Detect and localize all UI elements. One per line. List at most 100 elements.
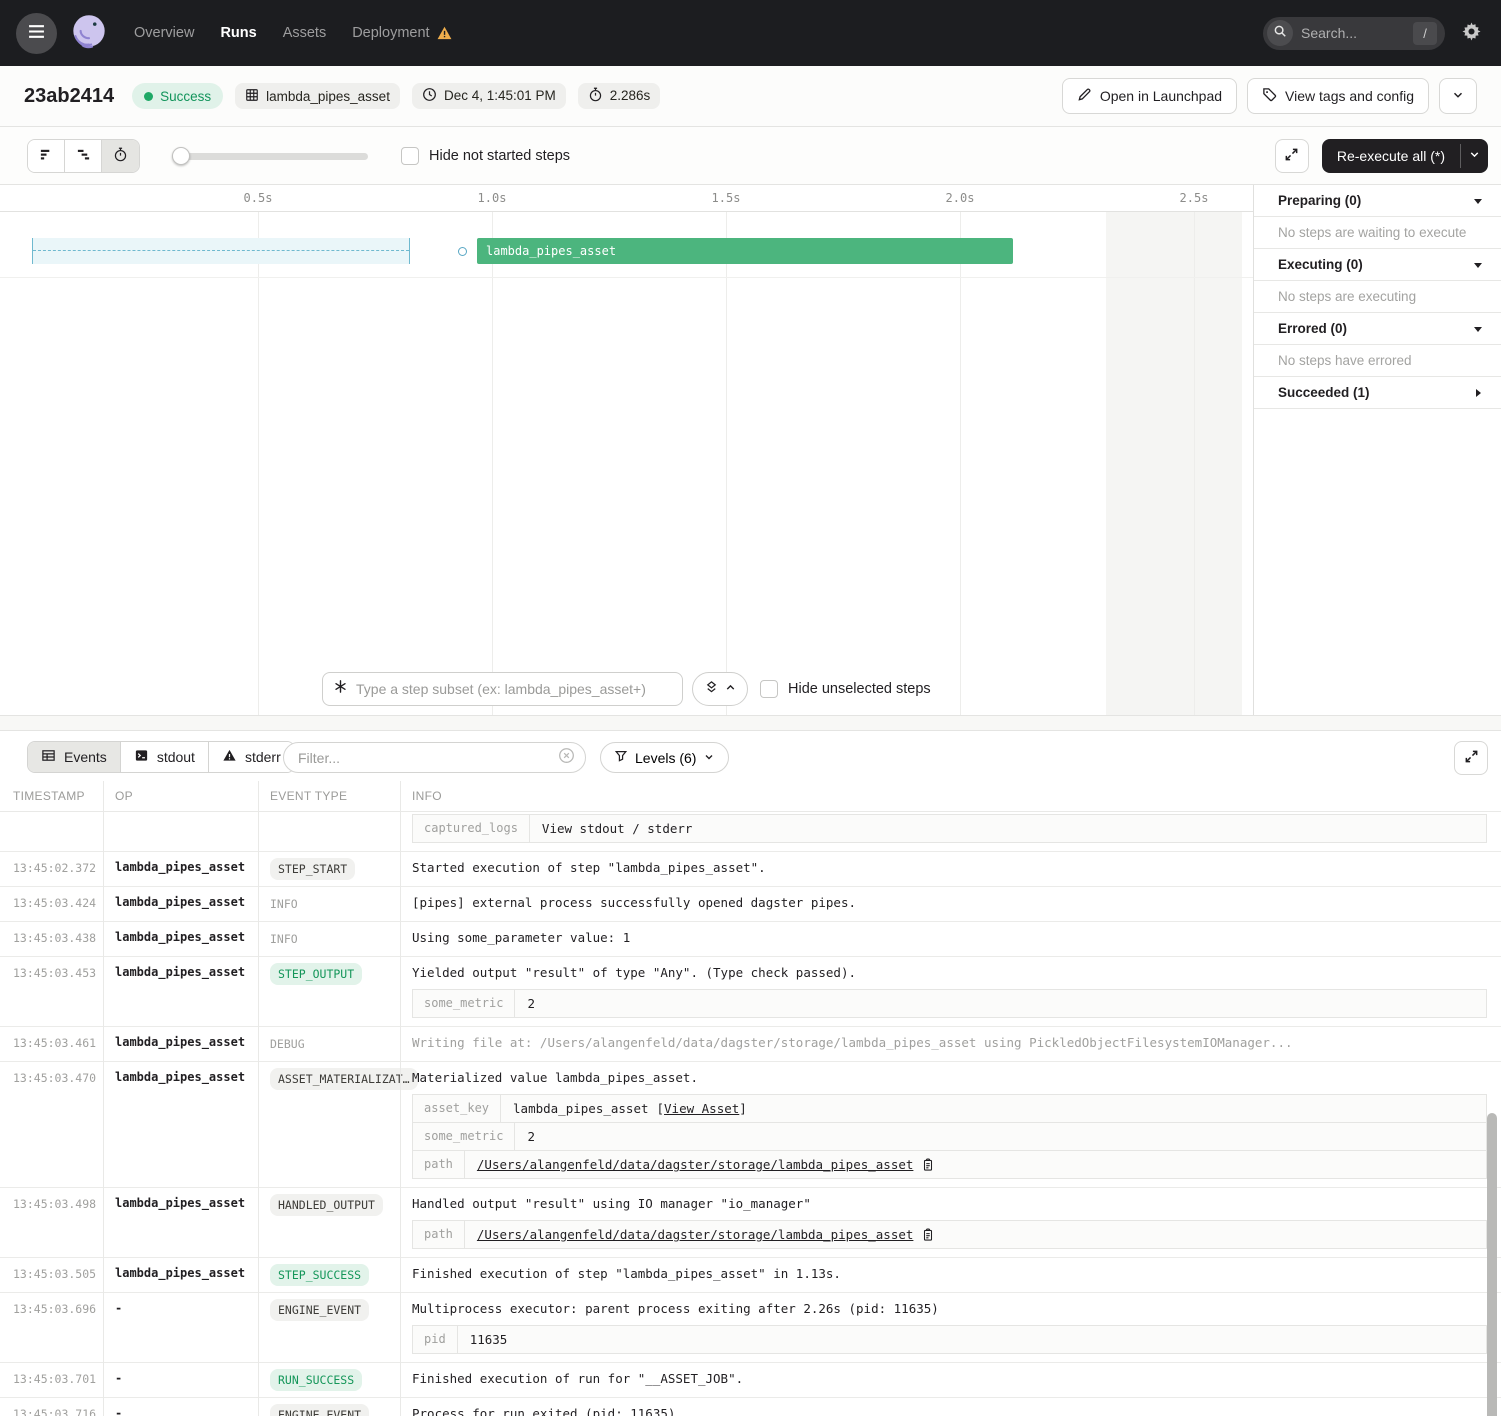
event-timestamp: 13:45:03.701 — [0, 1363, 103, 1397]
view-mode-flat-button[interactable] — [28, 140, 65, 172]
graph-query-button[interactable] — [692, 672, 748, 706]
scrollbar-thumb[interactable] — [1487, 1113, 1497, 1416]
gantt-step-bar-label: lambda_pipes_asset — [477, 238, 1013, 264]
run-id: 23ab2414 — [24, 85, 114, 108]
sidebar-section-preparing-0[interactable]: Preparing (0) — [1254, 185, 1501, 217]
event-op: lambda_pipes_asset — [103, 887, 258, 921]
step-status-sidebar: Preparing (0) No steps are waiting to ex… — [1253, 185, 1501, 715]
metadata-row: asset_key lambda_pipes_asset[View Asset] — [412, 1094, 1487, 1122]
column-header-op: OP — [103, 789, 258, 803]
event-info-text: Finished execution of step "lambda_pipes… — [412, 1266, 1487, 1281]
copy-icon[interactable] — [921, 1228, 935, 1242]
log-filter-input[interactable] — [298, 750, 558, 766]
gantt-zoom-slider[interactable] — [172, 147, 368, 165]
layers-icon — [704, 680, 719, 698]
event-type-badge: ENGINE_EVENT — [270, 1404, 369, 1416]
metadata-value: 2 — [515, 990, 547, 1017]
event-type-badge: INFO — [270, 893, 298, 915]
view-tags-config-button[interactable]: View tags and config — [1247, 78, 1429, 114]
metadata-link[interactable]: /Users/alangenfeld/data/dagster/storage/… — [477, 1157, 914, 1172]
gantt-pane: 0.5s1.0s1.5s2.0s2.5s lambda_pipes_asset … — [0, 185, 1253, 715]
metadata-link[interactable]: View Asset — [664, 1101, 739, 1116]
gantt-toolbar: Hide not started steps Re-execute all (*… — [0, 127, 1501, 185]
hamburger-menu-button[interactable] — [16, 13, 57, 54]
run-actions-menu-button[interactable] — [1439, 78, 1477, 114]
gantt-chart: 0.5s1.0s1.5s2.0s2.5s lambda_pipes_asset … — [0, 185, 1501, 715]
metadata-key: captured_logs — [413, 815, 530, 842]
event-op: lambda_pipes_asset — [103, 1062, 258, 1187]
metadata-key: pid — [413, 1326, 458, 1353]
tag-icon — [1262, 87, 1277, 105]
gantt-step-bar[interactable]: lambda_pipes_asset — [477, 238, 1013, 264]
event-timestamp: 13:45:03.461 — [0, 1027, 103, 1061]
view-mode-timed-button[interactable] — [102, 140, 139, 172]
op-selector-icon — [333, 679, 348, 699]
open-in-launchpad-button[interactable]: Open in Launchpad — [1062, 78, 1237, 114]
event-op: lambda_pipes_asset — [103, 852, 258, 886]
event-timestamp: 13:45:03.716 — [0, 1398, 103, 1416]
timeline-tick-label: 2.0s — [946, 191, 975, 205]
run-tag-lambda-pipes-asset[interactable]: lambda_pipes_asset — [235, 83, 400, 109]
event-type-badge: HANDLED_OUTPUT — [270, 1194, 383, 1216]
checkbox[interactable] — [401, 147, 419, 165]
clear-filter-icon[interactable] — [558, 747, 575, 769]
events-panel: Eventsstdoutstderr Levels (6) TIMESTAMPO… — [0, 731, 1501, 1416]
gantt-fullscreen-button[interactable] — [1275, 139, 1309, 173]
metadata-value: 2 — [515, 1123, 547, 1150]
settings-button[interactable] — [1462, 22, 1481, 44]
gantt-view-mode-group — [27, 139, 140, 173]
panel-resize-divider[interactable] — [0, 715, 1501, 731]
log-filter-box[interactable] — [283, 742, 586, 773]
hide-not-started-checkbox[interactable]: Hide not started steps — [401, 147, 570, 165]
event-row: 13:45:03.696 - ENGINE_EVENT Multiprocess… — [0, 1293, 1501, 1363]
tab-events[interactable]: Events — [28, 742, 121, 772]
step-subset-input-box[interactable] — [322, 672, 683, 706]
top-nav: Overview Runs Assets Deployment / — [0, 0, 1501, 66]
metadata-key: some_metric — [413, 1123, 515, 1150]
event-timestamp — [0, 812, 103, 851]
dagster-logo[interactable] — [66, 10, 112, 56]
metadata-value: /Users/alangenfeld/data/dagster/storage/… — [465, 1151, 948, 1178]
step-subset-input[interactable] — [356, 681, 672, 697]
sidebar-section-errored-0[interactable]: Errored (0) — [1254, 313, 1501, 345]
events-fullscreen-button[interactable] — [1454, 741, 1488, 775]
hide-unselected-checkbox[interactable]: Hide unselected steps — [760, 680, 931, 698]
tab-stdout[interactable]: stdout — [121, 742, 209, 772]
copy-icon[interactable] — [921, 1158, 935, 1172]
global-search[interactable]: / — [1263, 17, 1445, 50]
event-type-badge: INFO — [270, 928, 298, 950]
event-row: captured_logs View stdout / stderr — [0, 812, 1501, 852]
section-caret-icon — [1473, 196, 1483, 206]
reexecute-all-button[interactable]: Re-execute all (*) — [1322, 139, 1460, 173]
sidebar-section-succeeded-1[interactable]: Succeeded (1) — [1254, 377, 1501, 409]
nav-item-deployment[interactable]: Deployment — [352, 25, 451, 41]
event-timestamp: 13:45:03.453 — [0, 957, 103, 1026]
view-mode-waterfall-button[interactable] — [65, 140, 102, 172]
tab-stderr[interactable]: stderr — [209, 742, 294, 772]
metadata-row: path /Users/alangenfeld/data/dagster/sto… — [412, 1220, 1487, 1249]
gantt-step-marker[interactable] — [458, 247, 467, 256]
nav-item-assets[interactable]: Assets — [283, 25, 327, 41]
metadata-key: path — [413, 1151, 465, 1178]
run-tag-dec-4-1-45-01-pm[interactable]: Dec 4, 1:45:01 PM — [412, 83, 566, 109]
timeline-tick-label: 1.0s — [478, 191, 507, 205]
checkbox[interactable] — [760, 680, 778, 698]
nav-item-overview[interactable]: Overview — [134, 25, 194, 41]
run-tag-2-286s[interactable]: 2.286s — [578, 83, 661, 109]
metadata-value: /Users/alangenfeld/data/dagster/storage/… — [465, 1221, 948, 1248]
event-op: lambda_pipes_asset — [103, 957, 258, 1026]
job-grid-icon — [245, 88, 259, 105]
gantt-controls: Hide unselected steps — [0, 672, 1253, 706]
chevron-down-icon — [703, 750, 715, 766]
metadata-link[interactable]: /Users/alangenfeld/data/dagster/storage/… — [477, 1227, 914, 1242]
levels-filter-button[interactable]: Levels (6) — [600, 742, 729, 773]
sidebar-section-executing-0[interactable]: Executing (0) — [1254, 249, 1501, 281]
reexecute-options-button[interactable] — [1461, 139, 1488, 173]
nav-item-runs[interactable]: Runs — [220, 25, 256, 41]
column-header-timestamp: TIMESTAMP — [0, 789, 103, 803]
slider-thumb[interactable] — [172, 147, 190, 165]
event-type-badge: RUN_SUCCESS — [270, 1369, 362, 1391]
funnel-icon — [614, 749, 628, 766]
search-input[interactable] — [1293, 25, 1413, 41]
log-table-header: TIMESTAMPOPEVENT TYPEINFO — [0, 781, 1501, 812]
